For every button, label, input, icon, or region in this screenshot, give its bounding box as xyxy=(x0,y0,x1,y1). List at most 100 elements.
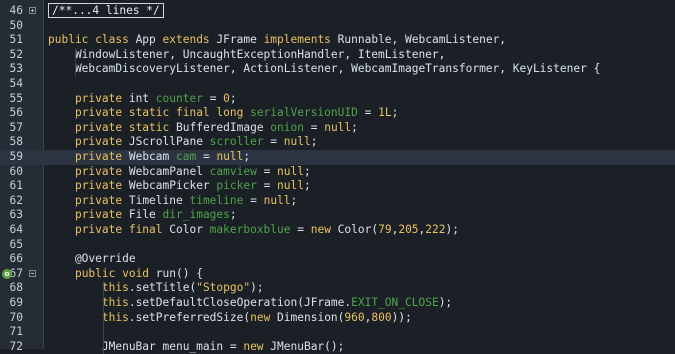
code-token: private final xyxy=(74,223,170,236)
code-token: = xyxy=(202,91,224,105)
line-number: 65 xyxy=(9,237,23,251)
fold-expand-icon[interactable] xyxy=(29,7,36,14)
code-line[interactable]: 64 private final Color makerboxblue = ne… xyxy=(0,223,675,238)
code-token: = xyxy=(256,164,278,178)
line-number: 62 xyxy=(9,193,23,207)
code-line[interactable]: 53 WebcamDiscoveryListener, ActionListen… xyxy=(0,62,675,77)
code-token: private xyxy=(74,164,129,178)
code-line[interactable]: 62 private Timeline timeline = null; xyxy=(0,194,675,209)
code-token: Runnable, WebcamListener, xyxy=(337,33,507,47)
code-token: WebcamDiscoveryListener, ActionListener,… xyxy=(48,62,601,76)
code-token: App xyxy=(135,33,163,47)
code-token: ; xyxy=(290,193,298,207)
code-text: @Override xyxy=(48,252,136,267)
code-line[interactable]: 65 xyxy=(0,238,675,253)
code-text: this.setTitle("Stopgo"); xyxy=(48,281,264,296)
code-line[interactable]: 52 WindowListener, UncaughtExceptionHand… xyxy=(0,48,675,63)
code-token: null xyxy=(216,150,244,163)
indent-guide xyxy=(103,281,104,354)
code-token: ; xyxy=(391,106,399,120)
line-number: 51 xyxy=(9,33,23,47)
code-line[interactable]: 50 xyxy=(0,19,675,34)
code-line[interactable]: 67 o public void run() { xyxy=(0,267,675,282)
code-line[interactable]: 70 this.setPreferredSize(new Dimension(9… xyxy=(0,311,675,326)
code-token: = xyxy=(303,120,325,134)
code-token: ); xyxy=(438,296,453,309)
code-token: private xyxy=(74,150,129,163)
fold-collapse-icon[interactable] xyxy=(29,269,36,277)
code-text: public void run() { xyxy=(48,267,203,282)
code-line[interactable]: 72 JMenuBar menu_main = new JMenuBar(); xyxy=(0,340,675,354)
code-token: null xyxy=(283,135,311,149)
indent-guide xyxy=(75,47,76,77)
code-token: ; xyxy=(310,135,318,149)
code-token: counter xyxy=(155,91,203,105)
code-text: private int counter = 0; xyxy=(48,92,237,107)
code-line[interactable]: 66 @Override xyxy=(0,252,675,267)
code-token: )); xyxy=(391,310,412,324)
line-number: 57 xyxy=(9,120,23,134)
code-token: Dimension( xyxy=(277,310,345,324)
code-token: ; xyxy=(243,150,251,163)
code-token: "Stopgo" xyxy=(196,281,251,295)
code-token: dir_images xyxy=(162,208,230,222)
code-token: Webcam xyxy=(128,150,176,163)
code-token: Color xyxy=(169,223,210,236)
code-token: ; xyxy=(304,179,311,193)
code-token: private xyxy=(74,208,129,222)
code-token: null xyxy=(277,179,304,193)
code-line[interactable]: 54 xyxy=(0,77,675,92)
code-line[interactable]: 51 public class App extends JFrame implem… xyxy=(0,33,675,48)
code-token: WebcamPicker xyxy=(128,179,217,193)
override-marker-icon[interactable]: o xyxy=(2,268,12,279)
code-token: Timeline xyxy=(128,193,190,207)
code-text: private WebcamPanel camview = null; xyxy=(48,165,311,180)
line-number: 64 xyxy=(9,223,23,236)
code-line[interactable]: 59 private Webcam cam = null; xyxy=(0,150,675,165)
code-line[interactable]: 58 private JScrollPane scroller = null; xyxy=(0,135,675,150)
code-line[interactable]: 60 private WebcamPanel camview = null; xyxy=(0,165,675,180)
code-line[interactable]: 63 private File dir_images; xyxy=(0,208,675,223)
code-token: 800 xyxy=(371,310,392,324)
code-token: null xyxy=(277,164,304,178)
code-token: ); xyxy=(445,223,459,236)
code-token: JScrollPane xyxy=(128,135,210,149)
line-number: 53 xyxy=(9,62,23,76)
code-token: = xyxy=(256,179,278,193)
code-token: WebcamPanel xyxy=(128,164,210,178)
code-line[interactable]: 68 this.setTitle("Stopgo"); xyxy=(0,281,675,296)
code-line[interactable]: 61 private WebcamPicker picker = null; xyxy=(0,179,675,194)
code-token: JFrame xyxy=(216,33,264,47)
code-text: this.setDefaultCloseOperation(JFrame.EXI… xyxy=(48,296,452,311)
code-text: /**...4 lines */ xyxy=(48,3,164,19)
line-number: 58 xyxy=(9,135,23,149)
code-line[interactable]: 56 private static final long serialVersi… xyxy=(0,106,675,121)
collapsed-comment[interactable]: /**...4 lines */ xyxy=(48,3,164,18)
code-token: scroller xyxy=(209,135,264,149)
code-token: new xyxy=(243,339,271,353)
code-line[interactable]: 71 xyxy=(0,325,675,340)
code-token: 1L xyxy=(378,106,392,120)
code-token: picker xyxy=(216,179,257,193)
line-number: 70 xyxy=(9,310,23,324)
code-token: new xyxy=(310,223,338,236)
code-token: .setDefaultCloseOperation(JFrame. xyxy=(128,296,352,309)
code-line[interactable]: 55 private int counter = 0; xyxy=(0,92,675,107)
code-line[interactable]: 57 private static BufferedImage onion = … xyxy=(0,121,675,136)
code-token: private xyxy=(74,179,129,193)
code-token: 0 xyxy=(223,91,230,105)
code-editor[interactable]: 46 /**...4 lines */ 50 51 public class App e… xyxy=(0,0,675,354)
code-token: EXIT_ON_CLOSE xyxy=(351,296,439,309)
code-text: public class App extends JFrame implemen… xyxy=(48,33,506,48)
code-token: run() { xyxy=(155,266,203,280)
line-number: 50 xyxy=(9,18,23,32)
code-line[interactable]: 46 /**...4 lines */ xyxy=(0,3,675,19)
code-text: private final Color makerboxblue = new C… xyxy=(48,223,459,238)
code-line[interactable]: 69 this.setDefaultCloseOperation(JFrame.… xyxy=(0,296,675,311)
code-token: 960 xyxy=(344,310,365,324)
